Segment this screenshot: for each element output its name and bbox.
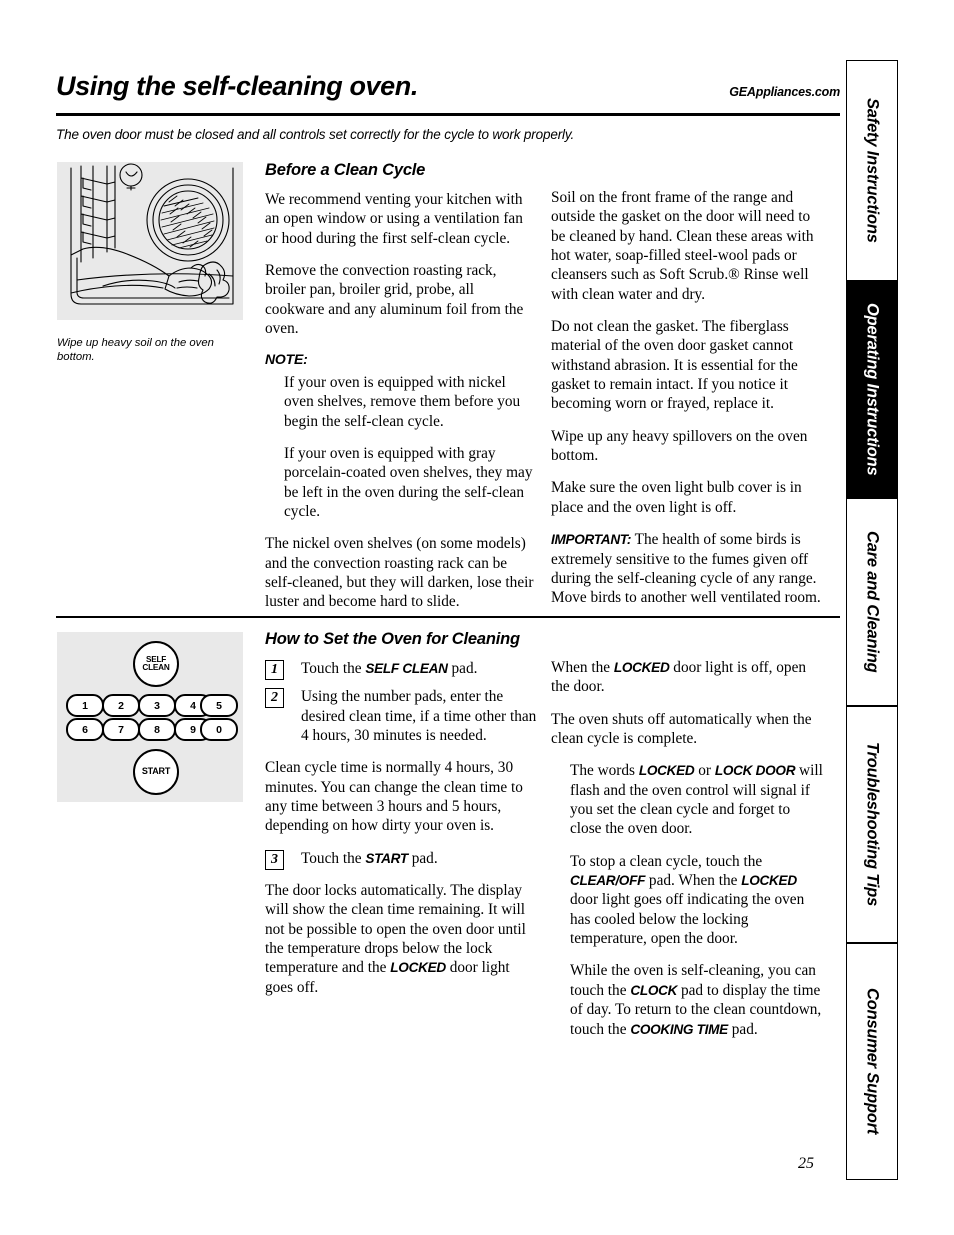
step-text-pre: Touch the (301, 659, 366, 677)
number-pad-2[interactable]: 2 (102, 694, 140, 717)
step-number: 1 (265, 659, 284, 680)
pad-name: LOCKED (741, 873, 797, 889)
page-header: Using the self-cleaning oven. GEApplianc… (56, 71, 840, 102)
tab-label: Safety Instructions (863, 98, 882, 243)
number-pad-label: 6 (82, 723, 88, 736)
note-label: NOTE: (265, 351, 308, 368)
note-item: If your oven is equipped with nickel ove… (284, 373, 521, 430)
page-subtitle: The oven door must be closed and all con… (56, 127, 575, 142)
number-pad-label: 5 (216, 699, 222, 712)
number-pad-1[interactable]: 1 (66, 694, 104, 717)
number-pad-7[interactable]: 7 (102, 718, 140, 741)
text: pad. When the (645, 872, 742, 890)
number-pad-label: 4 (190, 699, 196, 712)
paragraph: To stop a clean cycle, touch the CLEAR/O… (551, 852, 823, 949)
pad-name: LOCKED (638, 763, 695, 779)
note-item: If your oven is equipped with gray porce… (284, 445, 533, 521)
text: door light goes off indicating the oven … (570, 891, 805, 948)
number-pad-6[interactable]: 6 (66, 718, 104, 741)
paragraph: Wipe up any heavy spillovers on the oven… (551, 427, 808, 465)
paragraph: Make sure the oven light bulb cover is i… (551, 479, 802, 516)
tab-care-and-cleaning[interactable]: Care and Cleaning (846, 498, 898, 706)
step-number: 3 (265, 849, 284, 870)
number-pad-label: 1 (82, 699, 88, 712)
tab-label: Operating Instructions (863, 303, 882, 476)
title-divider (56, 113, 840, 116)
tab-label: Troubleshooting Tips (863, 742, 882, 907)
important-label: IMPORTANT: (551, 532, 632, 548)
oven-figure-caption: Wipe up heavy soil on the oven bottom. (57, 337, 214, 364)
section-heading-how-to-set: How to Set the Oven for Cleaning (265, 630, 520, 648)
tab-troubleshooting-tips[interactable]: Troubleshooting Tips (846, 706, 898, 943)
step-3: 3 Touch the START pad. (265, 849, 537, 870)
tab-label: Care and Cleaning (863, 531, 882, 673)
step-text-post: pad. (447, 659, 478, 677)
step-number: 2 (265, 688, 284, 709)
pad-name: COOKING TIME (630, 1021, 728, 1037)
pad-name: CLEAR/OFF (570, 873, 646, 889)
site-url: GEAppliances.com (729, 84, 840, 99)
howto-left-column: How to Set the Oven for Cleaning 1 Touch… (265, 629, 537, 997)
paragraph: The oven shuts off automatically when th… (551, 710, 812, 748)
section-tab-rail: Safety Instructions Operating Instructio… (846, 60, 898, 1180)
step-1: 1 Touch the SELF CLEAN pad. (265, 659, 537, 680)
pad-name: LOCK DOOR (714, 763, 796, 779)
tab-consumer-support[interactable]: Consumer Support (846, 943, 898, 1180)
paragraph: Do not clean the gasket. The fiberglass … (551, 318, 798, 413)
paragraph: The door locks automatically. The displa… (265, 881, 537, 997)
paragraph: The words LOCKED or LOCK DOOR will flash… (551, 761, 823, 838)
start-pad-label: START (141, 766, 171, 777)
text: When the (551, 659, 614, 676)
paragraph: When the LOCKED door light is off, open … (551, 658, 823, 697)
step-text: Using the number pads, enter the desired… (301, 688, 537, 744)
paragraph: Remove the convection roasting rack, bro… (265, 261, 524, 337)
text: To stop a clean cycle, touch the (570, 852, 763, 870)
number-pad-label: 2 (118, 699, 124, 712)
document-page: Using the self-cleaning oven. GEApplianc… (0, 0, 954, 1235)
pad-name: LOCKED (390, 960, 446, 976)
pad-name: SELF CLEAN (365, 660, 448, 676)
paragraph: The nickel oven shelves (on some models)… (265, 535, 534, 611)
pad-name: CLOCK (630, 982, 678, 998)
self-clean-pad[interactable]: SELF CLEAN (133, 641, 179, 687)
pad-name: LOCKED (613, 660, 670, 675)
page-title: Using the self-cleaning oven. (56, 71, 418, 101)
paragraph: We recommend venting your kitchen with a… (265, 190, 523, 247)
number-pad-5[interactable]: 5 (200, 694, 238, 717)
number-pad-label: 0 (216, 723, 222, 736)
control-panel-illustration: SELF CLEAN 1 2 3 4 5 6 7 8 9 0 START (57, 632, 243, 802)
pad-name: START (365, 850, 408, 866)
before-clean-right-column: Soil on the front frame of the range and… (551, 188, 823, 608)
number-pad-label: 8 (154, 723, 160, 736)
number-pad-3[interactable]: 3 (138, 694, 176, 717)
section-heading-before-clean: Before a Clean Cycle (265, 161, 426, 179)
oven-wipe-drawing (70, 163, 234, 305)
tab-safety-instructions[interactable]: Safety Instructions (846, 60, 898, 281)
paragraph: Soil on the front frame of the range and… (551, 189, 814, 303)
number-pad-label: 9 (190, 723, 196, 736)
tab-operating-instructions[interactable]: Operating Instructions (846, 281, 898, 498)
number-pad-0[interactable]: 0 (200, 718, 238, 741)
step-text-post: pad. (407, 849, 438, 867)
paragraph: While the oven is self-cleaning, you can… (551, 961, 823, 1038)
number-pad-label: 3 (154, 699, 160, 712)
self-clean-pad-label-line2: CLEAN (142, 663, 170, 672)
page-number: 25 (798, 1155, 814, 1172)
howto-right-column: When the LOCKED door light is off, open … (551, 658, 823, 1039)
paragraph: Clean cycle time is normally 4 hours, 30… (265, 759, 523, 835)
text: pad. (727, 1020, 758, 1038)
tab-label: Consumer Support (863, 988, 882, 1135)
oven-wipe-illustration (57, 162, 243, 320)
start-pad[interactable]: START (133, 749, 179, 795)
step-2: 2 Using the number pads, enter the desir… (265, 687, 537, 745)
text: or (694, 762, 715, 780)
number-pad-8[interactable]: 8 (138, 718, 176, 741)
text: The words (570, 762, 639, 780)
number-pad-label: 7 (118, 723, 124, 736)
before-clean-left-column: Before a Clean Cycle We recommend ventin… (265, 160, 537, 612)
section-divider (56, 616, 840, 618)
important-paragraph: IMPORTANT: The health of some birds is e… (551, 530, 823, 607)
step-text-pre: Touch the (301, 849, 366, 867)
